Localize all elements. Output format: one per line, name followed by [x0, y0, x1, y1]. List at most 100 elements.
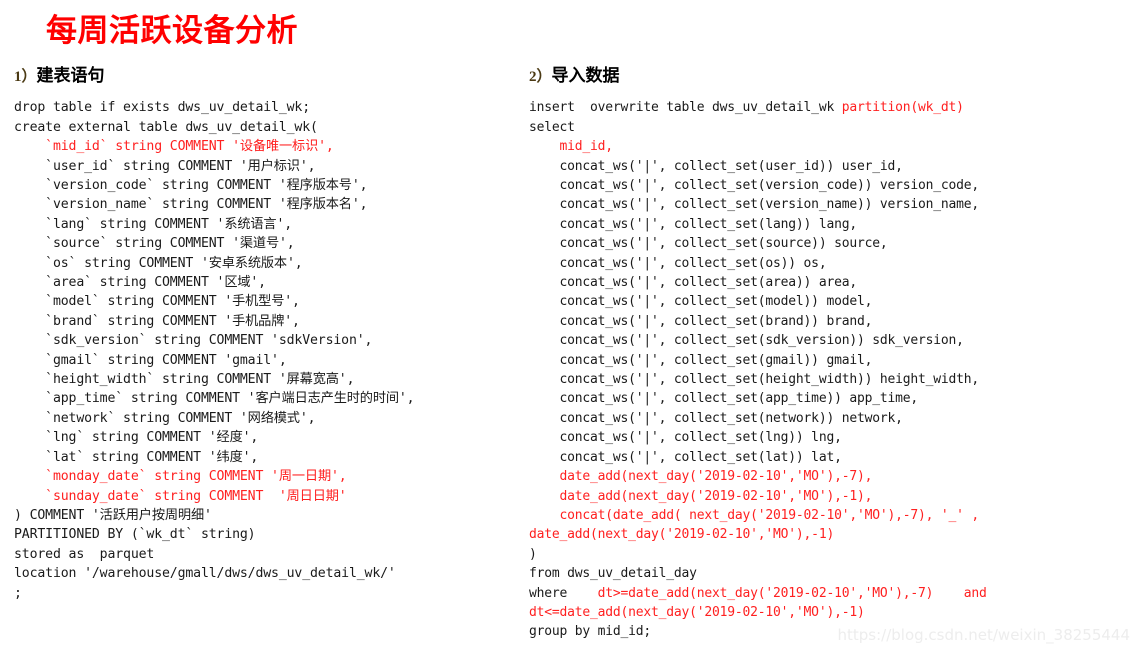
- code-line: drop table if exists dws_uv_detail_wk;: [14, 98, 514, 117]
- code-span: drop table if exists dws_uv_detail_wk;: [14, 100, 311, 116]
- code-span: `app_time` string COMMENT '客户端日志产生时的时间',: [14, 391, 415, 407]
- code-span: partition(wk_dt): [841, 100, 964, 116]
- code-line: concat_ws('|', collect_set(os)) os,: [529, 254, 1134, 273]
- code-line: ;: [14, 584, 514, 603]
- code-span: concat_ws('|', collect_set(app_time)) ap…: [529, 391, 919, 407]
- code-span: `sunday_date` string COMMENT '周日日期': [14, 488, 347, 504]
- code-line: concat_ws('|', collect_set(sdk_version))…: [529, 331, 1134, 350]
- code-line: where dt>=date_add(next_day('2019-02-10'…: [529, 584, 1134, 603]
- code-span: `version_name` string COMMENT '程序版本名',: [14, 197, 368, 213]
- code-line: concat_ws('|', collect_set(network)) net…: [529, 409, 1134, 428]
- left-section-paren: ）: [21, 69, 37, 85]
- code-span: location '/warehouse/gmall/dws/dws_uv_de…: [14, 566, 396, 582]
- code-span: date_add(next_day('2019-02-10','MO'),-1)…: [529, 488, 873, 504]
- code-span: concat_ws('|', collect_set(height_width)…: [529, 372, 980, 388]
- code-span: concat_ws('|', collect_set(sdk_version))…: [529, 333, 964, 349]
- code-line: concat_ws('|', collect_set(lng)) lng,: [529, 428, 1134, 447]
- code-line: concat_ws('|', collect_set(version_name)…: [529, 195, 1134, 214]
- code-line: concat_ws('|', collect_set(user_id)) use…: [529, 157, 1134, 176]
- code-span: create external table dws_uv_detail_wk(: [14, 119, 318, 135]
- left-column: 1）建表语句 drop table if exists dws_uv_detai…: [14, 66, 514, 603]
- code-span: insert overwrite table dws_uv_detail_wk: [529, 100, 842, 116]
- code-line: date_add(next_day('2019-02-10','MO'),-1)…: [529, 487, 1134, 506]
- code-line: `app_time` string COMMENT '客户端日志产生时的时间',: [14, 389, 514, 408]
- code-span: `sdk_version` string COMMENT 'sdkVersion…: [14, 333, 373, 349]
- csdn-watermark: https://blog.csdn.net/weixin_38255444: [837, 626, 1130, 644]
- code-line: `brand` string COMMENT '手机品牌',: [14, 312, 514, 331]
- code-line: `version_code` string COMMENT '程序版本号',: [14, 176, 514, 195]
- code-line: `lng` string COMMENT '经度',: [14, 428, 514, 447]
- code-line: mid_id,: [529, 137, 1134, 156]
- code-line: location '/warehouse/gmall/dws/dws_uv_de…: [14, 564, 514, 583]
- code-span: concat_ws('|', collect_set(gmail)) gmail…: [529, 352, 873, 368]
- code-span: `brand` string COMMENT '手机品牌',: [14, 313, 300, 329]
- code-line: stored as parquet: [14, 545, 514, 564]
- code-span: concat_ws('|', collect_set(version_name)…: [529, 197, 980, 213]
- code-line: concat_ws('|', collect_set(brand)) brand…: [529, 312, 1134, 331]
- code-line: `height_width` string COMMENT '屏幕宽高',: [14, 370, 514, 389]
- create-table-code-block: drop table if exists dws_uv_detail_wk;cr…: [14, 98, 514, 603]
- code-span: stored as parquet: [14, 546, 155, 562]
- code-span: `monday_date` string COMMENT '周一日期',: [14, 469, 347, 485]
- code-line: concat_ws('|', collect_set(lat)) lat,: [529, 448, 1134, 467]
- right-section-number: 2: [529, 69, 537, 85]
- code-span: ) COMMENT '活跃用户按周明细': [14, 507, 212, 523]
- code-span: from dws_uv_detail_day: [529, 566, 697, 582]
- code-span: concat_ws('|', collect_set(lang)) lang,: [529, 216, 858, 232]
- code-span: ): [529, 546, 537, 562]
- code-span: `gmail` string COMMENT 'gmail',: [14, 352, 287, 368]
- code-span: select: [529, 119, 575, 135]
- code-line: `model` string COMMENT '手机型号',: [14, 292, 514, 311]
- code-span: `user_id` string COMMENT '用户标识',: [14, 158, 316, 174]
- insert-data-code-block: insert overwrite table dws_uv_detail_wk …: [529, 98, 1134, 641]
- code-line: `area` string COMMENT '区域',: [14, 273, 514, 292]
- code-line: `source` string COMMENT '渠道号',: [14, 234, 514, 253]
- code-line: concat_ws('|', collect_set(height_width)…: [529, 370, 1134, 389]
- code-line: `sdk_version` string COMMENT 'sdkVersion…: [14, 331, 514, 350]
- code-span: `height_width` string COMMENT '屏幕宽高',: [14, 372, 355, 388]
- document-page: 每周活跃设备分析 1）建表语句 drop table if exists dws…: [0, 0, 1138, 654]
- code-line: concat_ws('|', collect_set(area)) area,: [529, 273, 1134, 292]
- code-span: `source` string COMMENT '渠道号',: [14, 236, 295, 252]
- code-span: group by mid_id;: [529, 624, 652, 640]
- code-span: concat_ws('|', collect_set(area)) area,: [529, 275, 858, 291]
- code-line: concat_ws('|', collect_set(lang)) lang,: [529, 215, 1134, 234]
- code-span: date_add(next_day('2019-02-10','MO'),-1): [529, 527, 835, 543]
- code-line: `gmail` string COMMENT 'gmail',: [14, 351, 514, 370]
- code-span: `mid_id` string COMMENT '设备唯一标识',: [14, 139, 334, 155]
- code-line: `lang` string COMMENT '系统语言',: [14, 215, 514, 234]
- code-span: `network` string COMMENT '网络模式',: [14, 410, 316, 426]
- code-line: date_add(next_day('2019-02-10','MO'),-1): [529, 525, 1134, 544]
- code-span: dt<=date_add(next_day('2019-02-10','MO')…: [529, 604, 865, 620]
- code-line: select: [529, 118, 1134, 137]
- code-line: `mid_id` string COMMENT '设备唯一标识',: [14, 137, 514, 156]
- right-section-heading-label: 导入数据: [551, 66, 620, 85]
- code-line: `network` string COMMENT '网络模式',: [14, 409, 514, 428]
- code-line: concat_ws('|', collect_set(gmail)) gmail…: [529, 351, 1134, 370]
- code-line: PARTITIONED BY (`wk_dt` string): [14, 525, 514, 544]
- code-line: ) COMMENT '活跃用户按周明细': [14, 506, 514, 525]
- code-line: `version_name` string COMMENT '程序版本名',: [14, 195, 514, 214]
- code-span: mid_id,: [529, 139, 614, 155]
- code-span: dt>=date_add(next_day('2019-02-10','MO')…: [597, 585, 987, 601]
- code-line: date_add(next_day('2019-02-10','MO'),-7)…: [529, 467, 1134, 486]
- code-span: concat_ws('|', collect_set(lat)) lat,: [529, 449, 842, 465]
- code-span: date_add(next_day('2019-02-10','MO'),-7)…: [529, 469, 873, 485]
- code-line: `os` string COMMENT '安卓系统版本',: [14, 254, 514, 273]
- code-span: `model` string COMMENT '手机型号',: [14, 294, 300, 310]
- right-column: 2）导入数据 insert overwrite table dws_uv_det…: [529, 66, 1134, 642]
- code-line: concat(date_add( next_day('2019-02-10','…: [529, 506, 1134, 525]
- code-line: `sunday_date` string COMMENT '周日日期': [14, 487, 514, 506]
- code-span: concat_ws('|', collect_set(version_code)…: [529, 178, 980, 194]
- code-span: where: [529, 585, 598, 601]
- code-span: `lang` string COMMENT '系统语言',: [14, 216, 293, 232]
- code-span: concat_ws('|', collect_set(brand)) brand…: [529, 313, 873, 329]
- code-line: `user_id` string COMMENT '用户标识',: [14, 157, 514, 176]
- code-line: concat_ws('|', collect_set(version_code)…: [529, 176, 1134, 195]
- code-line: create external table dws_uv_detail_wk(: [14, 118, 514, 137]
- code-line: ): [529, 545, 1134, 564]
- code-span: `area` string COMMENT '区域',: [14, 275, 266, 291]
- code-line: insert overwrite table dws_uv_detail_wk …: [529, 98, 1134, 117]
- code-line: dt<=date_add(next_day('2019-02-10','MO')…: [529, 603, 1134, 622]
- code-span: `version_code` string COMMENT '程序版本号',: [14, 178, 368, 194]
